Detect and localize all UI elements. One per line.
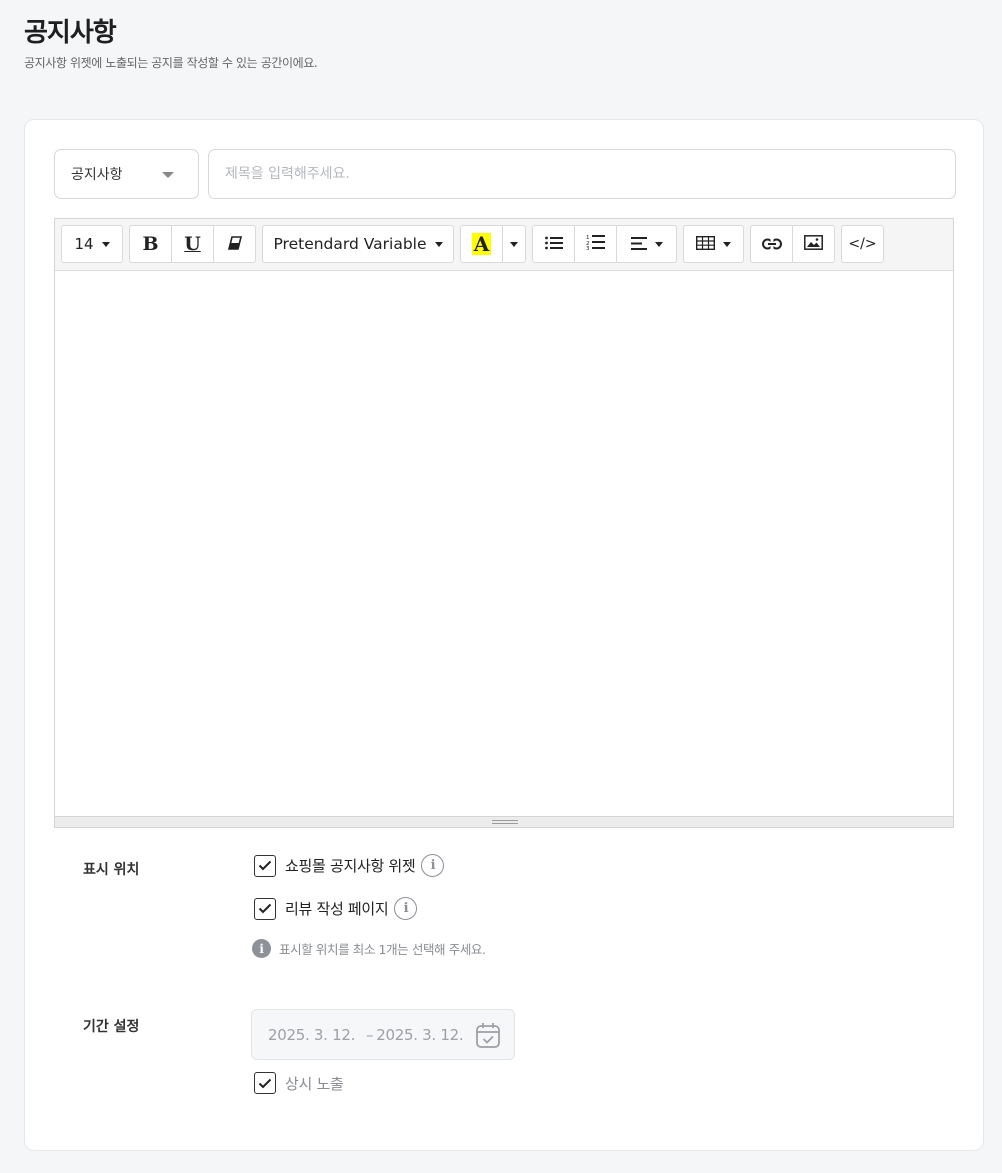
ordered-list-icon: 123 [586, 234, 605, 254]
calendar-icon [475, 1022, 501, 1053]
link-icon [761, 235, 782, 254]
font-family-group: Pretendard Variable [262, 225, 454, 263]
date-separator: – [366, 1025, 374, 1044]
editor-resize-handle[interactable] [55, 816, 953, 827]
always-visible-label: 상시 노출 [285, 1074, 344, 1093]
font-size-value: 14 [74, 235, 94, 253]
align-dropdown-button[interactable] [617, 226, 676, 262]
info-icon[interactable]: i [421, 854, 445, 877]
underline-button[interactable]: U [172, 226, 214, 262]
page-subtitle: 공지사항 위젯에 노출되는 공지를 작성할 수 있는 공간이에요. [24, 56, 318, 70]
code-view-icon: </> [848, 236, 877, 252]
align-icon [630, 235, 647, 254]
caret-down-icon [434, 241, 443, 247]
review-page-checkbox[interactable] [254, 897, 276, 920]
paragraph-group: 123 [532, 225, 677, 263]
check-icon [258, 860, 272, 871]
text-color-icon: A [471, 232, 492, 256]
title-input[interactable] [208, 149, 956, 199]
image-button[interactable] [793, 226, 834, 262]
resize-grip-icon [492, 820, 518, 824]
unordered-list-icon [544, 235, 563, 254]
widget-checkbox[interactable] [254, 854, 276, 877]
start-date: 2025. 3. 12. [268, 1025, 356, 1044]
font-family-dropdown[interactable]: Pretendard Variable [263, 226, 453, 262]
bold-icon: B [142, 233, 159, 255]
code-group: </> [841, 225, 884, 263]
editor-toolbar: 14 B U Pretendard Variable A 1 2 3 </> [55, 219, 953, 271]
code-view-button[interactable]: </> [842, 226, 883, 262]
caret-down-icon [101, 241, 110, 247]
link-button[interactable] [751, 226, 793, 262]
caret-down-icon [510, 241, 518, 247]
svg-text:3: 3 [586, 246, 590, 250]
font-size-group: 14 [61, 225, 123, 263]
caret-down-icon [723, 241, 731, 247]
notice-form-card: 공지사항 14 B U [24, 119, 984, 1151]
text-color-button[interactable]: A [461, 226, 503, 262]
display-hint: i 표시할 위치를 최소 1개는 선택해 주세요. [252, 939, 486, 958]
period-label: 기간 설정 [83, 1019, 140, 1035]
image-icon [804, 234, 823, 254]
category-select-value: 공지사항 [71, 167, 123, 183]
info-filled-icon: i [252, 939, 271, 958]
display-option-widget: 쇼핑몰 공지사항 위젯 i [254, 854, 445, 877]
font-size-dropdown[interactable]: 14 [62, 226, 122, 262]
color-group: A [460, 225, 526, 263]
display-option-review: 리뷰 작성 페이지 i [254, 897, 418, 920]
check-icon [258, 903, 272, 914]
table-icon [695, 235, 716, 254]
insert-group [750, 225, 835, 263]
chevron-down-icon [162, 172, 174, 178]
display-location-label: 표시 위치 [83, 862, 140, 878]
display-hint-text: 표시할 위치를 최소 1개는 선택해 주세요. [279, 942, 486, 957]
end-date: 2025. 3. 12. [376, 1025, 464, 1044]
bold-button[interactable]: B [130, 226, 172, 262]
category-select[interactable]: 공지사항 [54, 149, 199, 199]
color-dropdown-button[interactable] [503, 226, 525, 262]
info-icon[interactable]: i [394, 897, 418, 920]
unordered-list-button[interactable] [533, 226, 575, 262]
underline-icon: U [184, 233, 201, 255]
ordered-list-button[interactable]: 123 [575, 226, 617, 262]
text-style-group: B U [129, 225, 256, 263]
always-visible-checkbox[interactable] [254, 1072, 276, 1094]
widget-option-label: 쇼핑몰 공지사항 위젯 [285, 857, 416, 875]
table-group [683, 225, 744, 263]
editor-content-area[interactable] [55, 271, 953, 816]
always-visible-option: 상시 노출 [254, 1072, 344, 1094]
eraser-icon [227, 235, 243, 254]
rich-text-editor: 14 B U Pretendard Variable A 1 2 3 </> [54, 218, 954, 828]
page-title: 공지사항 [24, 18, 117, 48]
caret-down-icon [654, 241, 663, 247]
font-family-value: Pretendard Variable [273, 235, 427, 253]
table-button[interactable] [684, 226, 743, 262]
check-icon [258, 1078, 272, 1088]
clear-format-button[interactable] [214, 226, 255, 262]
date-range-picker[interactable]: 2025. 3. 12. – 2025. 3. 12. [251, 1009, 515, 1060]
review-option-label: 리뷰 작성 페이지 [285, 900, 389, 918]
